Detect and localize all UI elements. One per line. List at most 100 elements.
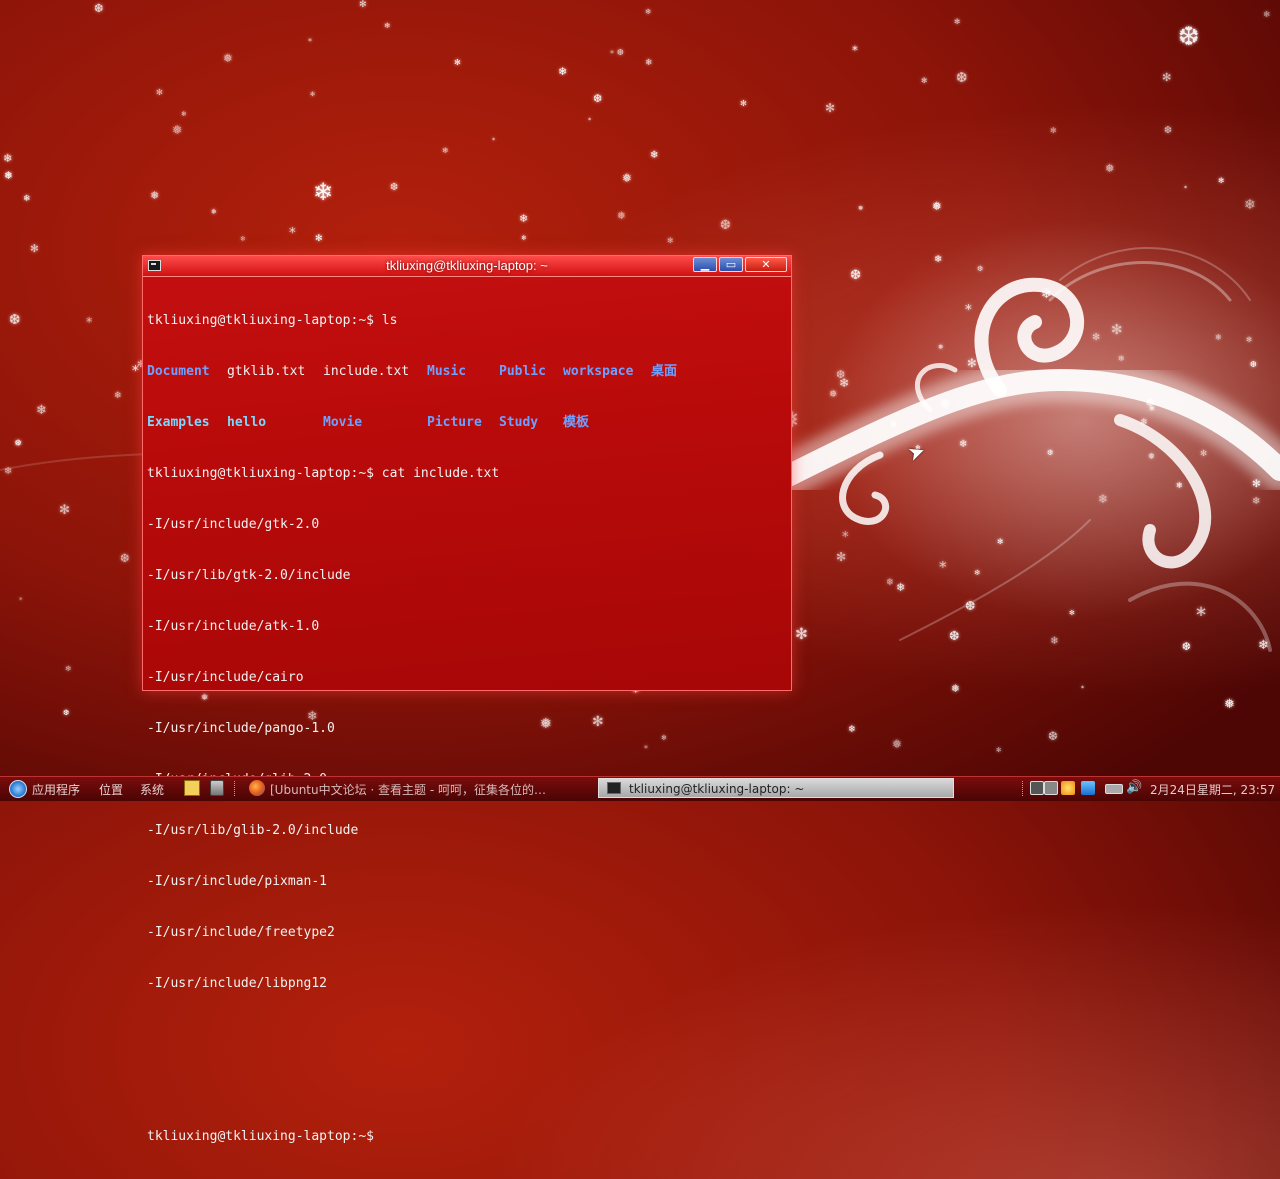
snowflake: ✻ [1162,71,1172,84]
snowflake: ❅ [172,123,183,137]
snowflake: ✻ [359,0,367,10]
snowflake: ❅ [617,210,626,222]
menu-places[interactable]: 位置 [99,781,123,798]
snowflake: ❄ [896,581,906,594]
menu-system[interactable]: 系统 [140,781,164,798]
terminal-line: -I/usr/include/freetype2 [147,925,335,940]
panel-separator [1022,781,1025,796]
network-icon[interactable] [1105,784,1123,794]
tray-update-icon[interactable] [1061,781,1075,795]
snowflake: ❆ [720,218,731,233]
terminal-output[interactable]: tkliuxing@tkliuxing-laptop:~$ ls Documen… [147,278,787,1144]
snowflake: ✻ [795,625,808,643]
snowflake: ✻ [59,503,70,518]
snowflake: ❄ [1215,332,1222,342]
snowflake: ❆ [1182,641,1191,653]
snowflake: ❆ [63,708,70,717]
ls-entry: Picture [427,415,482,430]
snowflake: ❆ [1047,448,1054,457]
close-button[interactable]: ✕ [745,257,787,272]
ls-entry: gtklib.txt [227,364,306,379]
snowflake: ✻ [1200,448,1208,458]
snowflake: ✻ [1069,609,1075,617]
snowflake: ❅ [211,207,218,216]
snowflake: ❄ [114,391,122,401]
ls-entry: Document [147,364,210,379]
snowflake: * [289,226,296,241]
terminal-window[interactable]: tkliuxing@tkliuxing-laptop: ~ ▁ ▭ ✕ tkli… [142,255,792,1144]
terminal-line: -I/usr/include/atk-1.0 [147,619,320,634]
task-firefox[interactable]: [Ubuntu中文论坛 · 查看主题 - 呵呵，征集各位的… [270,781,590,798]
snowflake: ✻ [30,243,39,255]
terminal-titlebar[interactable]: tkliuxing@tkliuxing-laptop: ~ ▁ ▭ ✕ [143,256,791,277]
snowflake: ❄ [23,194,31,204]
snowflake: ❄ [558,65,567,78]
terminal-line: -I/usr/lib/gtk-2.0/include [147,568,351,583]
snowflake: ❅ [14,438,22,449]
tray-bluetooth-icon[interactable] [1081,781,1095,795]
snowflake: ❅ [858,205,864,212]
terminal-line: tkliuxing@tkliuxing-laptop:~$ cat includ… [147,466,500,481]
clock[interactable]: 2月24日星期二, 23:57 [1150,781,1275,798]
snowflake: ❄ [519,212,528,225]
ls-output-row: Document gtklib.txt include.txt Music Public… [147,363,787,380]
volume-icon[interactable]: 🔊 [1126,780,1142,795]
snowflake: ✻ [1111,322,1123,338]
snowflake: ❆ [1178,22,1200,52]
snowflake: ❆ [965,598,976,613]
snowflake: ❄ [181,110,187,118]
terminal-line: -I/usr/include/gtk-2.0 [147,517,320,532]
snowflake: ❆ [1164,125,1172,136]
ls-entry: Public [499,364,546,379]
ls-output-row: Examples hello Movie Picture Study 模板 [147,414,787,431]
task-terminal-label: tkliuxing@tkliuxing-laptop: ~ [629,782,805,796]
tray-app-icon[interactable] [1030,781,1044,795]
snowflake: * [939,558,947,576]
snowflake: ✻ [310,91,316,98]
snowflake: ✻ [667,236,674,245]
tray-keyboard-icon[interactable] [1044,781,1058,795]
snowflake: ❆ [390,182,399,193]
snowflake: ❆ [120,551,130,565]
snowflake: ✻ [997,537,1004,546]
snowflake: ❅ [150,189,160,202]
snowflake: * [19,596,23,604]
snowflake: * [1196,603,1207,627]
snowflake: ❅ [932,199,942,213]
task-terminal[interactable]: tkliuxing@tkliuxing-laptop: ~ [598,778,954,798]
snowflake: ❄ [521,234,527,242]
maximize-button[interactable]: ▭ [719,257,743,272]
snowflake: ❆ [593,92,602,105]
mail-launcher-icon[interactable] [184,780,200,796]
ls-entry: include.txt [323,364,410,379]
ls-entry: Study [499,415,539,430]
minimize-button[interactable]: ▁ [693,257,717,272]
snowflake: ❄ [4,466,13,477]
snowflake: ❆ [94,2,104,15]
snowflake: ✻ [1050,126,1057,135]
ubuntu-logo-icon[interactable] [9,780,27,798]
terminal-line: -I/usr/include/pixman-1 [147,874,328,889]
snowflake: ❅ [223,51,233,65]
ls-entry: 模板 [563,415,590,430]
snowflake: ✻ [890,420,898,430]
snowflake: ✻ [454,57,461,67]
snowflake: * [610,49,614,58]
snowflake: ❆ [956,70,968,86]
snowflake: ❅ [892,737,902,751]
snowflake: ❄ [36,403,47,418]
snowflake: * [132,363,139,379]
snowflake: * [852,43,858,57]
snowflake: ✻ [1218,176,1225,185]
snowflake: ❆ [1048,729,1058,743]
snowflake: ❄ [886,577,894,588]
trash-icon[interactable] [210,780,224,796]
terminal-line: -I/usr/lib/glib-2.0/include [147,823,359,838]
snowflake: ❆ [9,312,21,328]
terminal-line: -I/usr/include/pango-1.0 [147,721,335,736]
terminal-line: -I/usr/include/libpng12 [147,976,328,991]
terminal-prompt[interactable]: tkliuxing@tkliuxing-laptop:~$ [147,1128,787,1145]
menu-applications[interactable]: 应用程序 [32,781,80,798]
